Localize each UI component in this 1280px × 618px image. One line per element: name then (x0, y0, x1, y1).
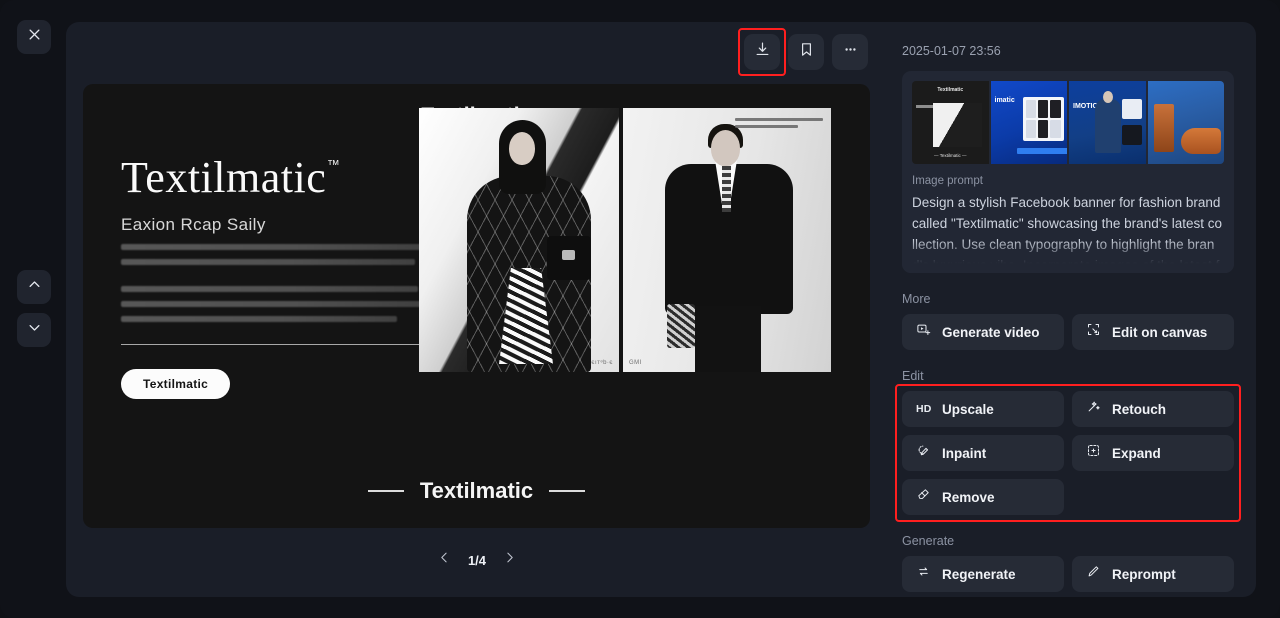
banner-headline-wrap: Textilmatic ™ (121, 153, 340, 202)
bookmark-button[interactable] (788, 34, 824, 70)
chevron-up-icon (27, 277, 42, 297)
refresh-loop-icon (916, 564, 931, 584)
photo-watermark-left: єıтᵊb·є (591, 360, 613, 366)
banner-bottom-title: Textilmatic (83, 478, 870, 504)
banner-divider (121, 344, 421, 345)
chevron-down-icon (27, 320, 42, 340)
fashion-photo-woman: єıтᵊb·є (419, 108, 619, 372)
section-label-edit: Edit (902, 369, 924, 383)
brush-dashed-icon (916, 443, 931, 463)
edit-button-grid: HD Upscale Retouch Inpaint Expand Remove (902, 391, 1234, 515)
previous-image-button[interactable] (17, 270, 51, 304)
prompt-text: Design a stylish Facebook banner for fas… (912, 195, 1223, 273)
video-frame-icon (916, 322, 931, 342)
button-label: Upscale (942, 401, 994, 417)
edit-on-canvas-button[interactable]: Edit on canvas (1072, 314, 1234, 350)
banner-bottom-label: Textilmatic (419, 478, 534, 503)
prompt-label: Image prompt (912, 175, 983, 187)
edit-button-group: HD Upscale Retouch Inpaint Expand Remove (895, 384, 1241, 522)
pager-prev-button[interactable] (434, 549, 456, 571)
timestamp: 2025-01-07 23:56 (902, 44, 1001, 58)
retouch-button[interactable]: Retouch (1072, 391, 1234, 427)
thumbnail-dark-banner[interactable]: Textilmatic — Textilmatic — (912, 81, 989, 164)
rule-right (549, 490, 586, 492)
button-label: Regenerate (942, 566, 1016, 582)
upscale-button[interactable]: HD Upscale (902, 391, 1064, 427)
download-button[interactable] (738, 28, 786, 76)
expand-frame-icon (1086, 443, 1101, 463)
thumb-heading: imatic (994, 97, 1015, 104)
button-label: Edit on canvas (1112, 324, 1208, 340)
pager-next-button[interactable] (498, 549, 520, 571)
prompt-card[interactable]: Textilmatic — Textilmatic — imatic IMOTI… (902, 71, 1234, 273)
more-options-button[interactable] (832, 34, 868, 70)
section-label-more: More (902, 292, 931, 306)
hd-badge-icon: HD (916, 403, 932, 415)
chevron-left-icon (438, 551, 451, 569)
canvas-frame-icon (1086, 322, 1101, 342)
viewer-modal: Textilmatic Textilmatic ™ Eaxion Rcap Sa… (66, 22, 1256, 597)
generate-video-button[interactable]: Generate video (902, 314, 1064, 350)
banner-cta-pill: Textilmatic (121, 369, 231, 399)
banner-subhead: Eaxion Rcap Saily (121, 215, 266, 234)
ellipsis-icon (842, 41, 859, 63)
thumbnail-blue-model[interactable]: IMOTIC (1069, 81, 1146, 164)
generated-image[interactable]: Textilmatic Textilmatic ™ Eaxion Rcap Sa… (83, 84, 870, 528)
banner-headline: Textilmatic (121, 153, 327, 202)
fashion-photo-man: GMI (623, 108, 831, 372)
more-button-group: Generate video Edit on canvas (902, 314, 1234, 350)
eraser-icon (916, 487, 931, 507)
reprompt-button[interactable]: Reprompt (1072, 556, 1234, 592)
regenerate-button[interactable]: Regenerate (902, 556, 1064, 592)
rule-left (367, 490, 404, 492)
banner-text-block: Textilmatic ™ Eaxion Rcap Saily Textilma… (121, 156, 421, 399)
download-icon (754, 41, 771, 63)
inpaint-button[interactable]: Inpaint (902, 435, 1064, 471)
button-label: Generate video (942, 324, 1040, 340)
thumb-bottom-text: — Textilmatic — (934, 153, 967, 158)
banner-body-text (121, 244, 421, 322)
details-panel: 2025-01-07 23:56 Textilmatic — Textilmat… (888, 22, 1256, 597)
button-label: Inpaint (942, 445, 987, 461)
close-icon (27, 27, 42, 47)
remove-button[interactable]: Remove (902, 479, 1064, 515)
button-label: Retouch (1112, 401, 1166, 417)
close-button[interactable] (17, 20, 51, 54)
image-viewer-pane: Textilmatic Textilmatic ™ Eaxion Rcap Sa… (66, 22, 888, 597)
photo-caption-lines (735, 118, 823, 132)
button-label: Remove (942, 489, 995, 505)
thumbnail-blue-laptop[interactable]: imatic (990, 81, 1067, 164)
generated-image-viewer: Textilmatic Textilmatic ™ Eaxion Rcap Sa… (0, 0, 1280, 618)
image-pagination: 1/4 (66, 549, 888, 571)
button-label: Reprompt (1112, 566, 1176, 582)
thumbnail-orange-shoes[interactable] (1147, 81, 1224, 164)
thumb-top-text: Textilmatic (937, 87, 964, 93)
next-image-button[interactable] (17, 313, 51, 347)
button-label: Expand (1112, 445, 1161, 461)
bookmark-icon (798, 41, 815, 63)
magic-wand-icon (1086, 399, 1101, 419)
trademark-mark: ™ (326, 157, 341, 172)
chevron-right-icon (503, 551, 516, 569)
image-toolbar (738, 28, 868, 76)
pencil-icon (1086, 564, 1101, 584)
expand-button[interactable]: Expand (1072, 435, 1234, 471)
pager-label: 1/4 (467, 552, 487, 568)
generate-button-group: Regenerate Reprompt (902, 556, 1234, 592)
thumb-heading: IMOTIC (1073, 103, 1098, 110)
section-label-generate: Generate (902, 534, 955, 548)
photo-watermark-right: GMI (629, 360, 642, 366)
thumbnail-strip[interactable]: Textilmatic — Textilmatic — imatic IMOTI… (912, 81, 1224, 164)
